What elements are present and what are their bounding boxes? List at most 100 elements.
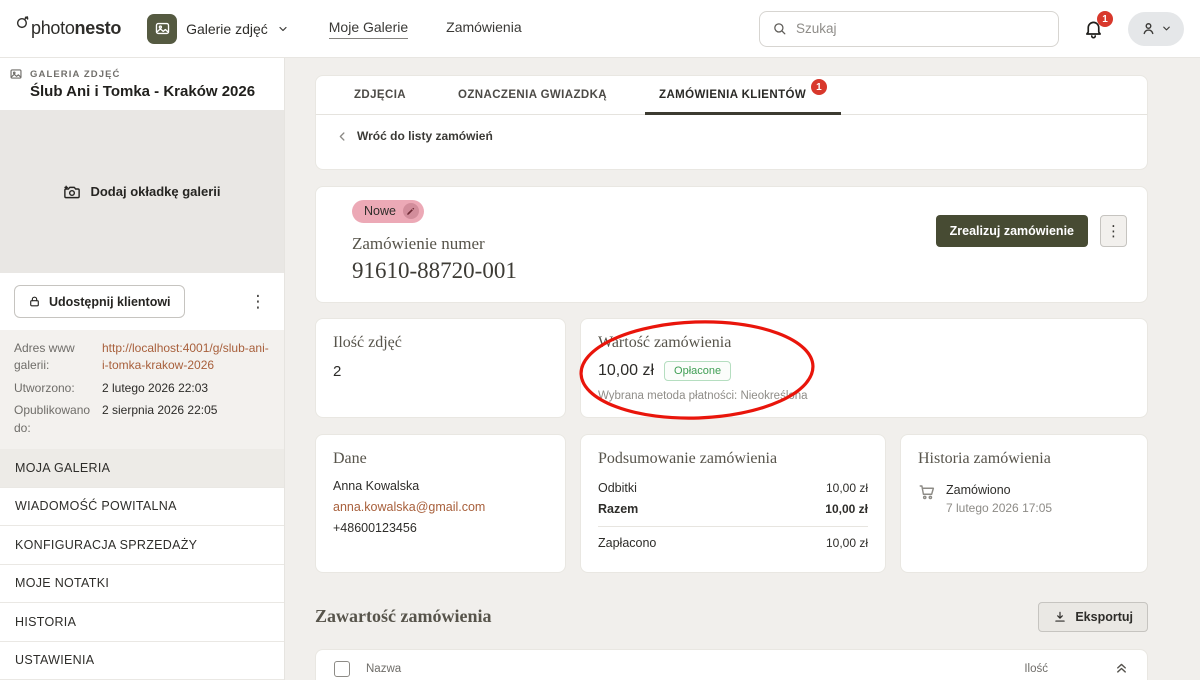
photos-count-card: Ilość zdjęć 2 xyxy=(315,318,566,418)
order-summary-card: Podsumowanie zamówienia Odbitki 10,00 zł… xyxy=(580,434,886,573)
gallery-header: GALERIA ZDJĘĆ Ślub Ani i Tomka - Kraków … xyxy=(0,58,284,110)
nav-moje-galerie[interactable]: Moje Galerie xyxy=(329,19,408,39)
gallery-section-label: GALERIA ZDJĘĆ xyxy=(9,67,270,81)
main-content: ZDJĘCIA OZNACZENIA GWIAZDKĄ ZAMÓWIENIA K… xyxy=(285,58,1200,680)
tabs-row: ZDJĘCIA OZNACZENIA GWIAZDKĄ ZAMÓWIENIA K… xyxy=(316,76,1147,115)
summary-divider xyxy=(598,526,868,527)
customer-card-title: Dane xyxy=(333,450,548,468)
notification-badge: 1 xyxy=(1097,11,1113,27)
download-icon xyxy=(1053,610,1067,624)
chevron-down-icon xyxy=(277,23,289,35)
column-qty-header: Ilość xyxy=(1024,663,1048,675)
gallery-sidebar: GALERIA ZDJĘĆ Ślub Ani i Tomka - Kraków … xyxy=(0,58,285,680)
sidebar-item-historia[interactable]: HISTORIA xyxy=(0,603,284,642)
column-name-header: Nazwa xyxy=(366,663,401,675)
order-status-badge[interactable]: Nowe xyxy=(352,200,424,223)
galleries-icon xyxy=(147,14,177,44)
sidebar-item-konfiguracja-sprzedazy[interactable]: KONFIGURACJA SPRZEDAŻY xyxy=(0,526,284,565)
sidebar-item-wiadomosc-powitalna[interactable]: WIADOMOŚĆ POWITALNA xyxy=(0,488,284,527)
gallery-title: Ślub Ani i Tomka - Kraków 2026 xyxy=(30,83,270,100)
summary-card-title: Podsumowanie zamówienia xyxy=(598,450,868,468)
sidebar-item-moje-notatki[interactable]: MOJE NOTATKI xyxy=(0,565,284,604)
chevron-left-icon xyxy=(336,130,349,143)
search-icon xyxy=(772,21,787,36)
history-event-item: Zamówiono 7 lutego 2026 17:05 xyxy=(918,483,1130,515)
add-cover-label: Dodaj okładkę galerii xyxy=(90,184,220,199)
gallery-tabs-card: ZDJĘCIA OZNACZENIA GWIAZDKĄ ZAMÓWIENIA K… xyxy=(315,75,1148,170)
export-button[interactable]: Eksportuj xyxy=(1038,602,1148,632)
info-row-created: Utworzono: 2 lutego 2026 22:03 xyxy=(14,380,270,397)
order-content-title: Zawartość zamówienia xyxy=(315,606,491,627)
user-icon xyxy=(1140,20,1157,37)
order-header-card: Nowe Zamówienie numer 91610-88720-001 Zr… xyxy=(315,186,1148,303)
collapse-all-icon[interactable] xyxy=(1114,661,1129,676)
tab-oznaczenia-gwiazdka[interactable]: OZNACZENIA GWIAZDKĄ xyxy=(432,76,633,114)
photos-count-value: 2 xyxy=(333,363,548,380)
account-menu[interactable] xyxy=(1128,12,1184,46)
logo-icon xyxy=(16,16,29,29)
search-input[interactable] xyxy=(796,21,1046,36)
select-all-checkbox[interactable] xyxy=(334,661,350,677)
cart-icon xyxy=(918,483,936,515)
order-content-header: Zawartość zamówienia Eksportuj xyxy=(315,602,1148,632)
share-row: Udostępnij klientowi ⋮ xyxy=(0,273,284,330)
orders-count-badge: 1 xyxy=(811,79,827,95)
history-event-date: 7 lutego 2026 17:05 xyxy=(946,501,1052,515)
lock-icon xyxy=(28,295,41,308)
info-label: Opublikowano do: xyxy=(14,402,102,437)
stats-row: Ilość zdjęć 2 Wartość zamówienia 10,00 z… xyxy=(315,318,1148,418)
notifications-button[interactable]: 1 xyxy=(1083,18,1104,39)
add-cover-area[interactable]: Dodaj okładkę galerii xyxy=(0,110,284,273)
logo-text: photonesto xyxy=(31,18,121,39)
sidebar-menu: MOJA GALERIA WIADOMOŚĆ POWITALNA KONFIGU… xyxy=(0,449,284,680)
top-navigation: Moje Galerie Zamówienia xyxy=(329,19,522,39)
back-row: Wróć do listy zamówień xyxy=(316,115,1147,169)
info-label: Utworzono: xyxy=(14,380,102,397)
summary-row-paid: Zapłacono 10,00 zł xyxy=(598,536,868,550)
summary-row-prints: Odbitki 10,00 zł xyxy=(598,481,868,495)
sidebar-item-ustawienia[interactable]: USTAWIENIA xyxy=(0,642,284,680)
gallery-selector[interactable]: Galerie zdjęć xyxy=(147,14,289,44)
details-row: Dane Anna Kowalska anna.kowalska@gmail.c… xyxy=(315,434,1148,573)
nav-zamowienia[interactable]: Zamówienia xyxy=(446,19,521,39)
order-items-table: Nazwa Ilość xyxy=(315,649,1148,680)
paid-status-badge: Opłacone xyxy=(664,361,731,381)
fulfill-order-button[interactable]: Zrealizuj zamówienie xyxy=(936,215,1088,247)
info-value: 2 lutego 2026 22:03 xyxy=(102,380,270,397)
customer-data-card: Dane Anna Kowalska anna.kowalska@gmail.c… xyxy=(315,434,566,573)
table-header-row: Nazwa Ilość xyxy=(316,650,1147,680)
logo[interactable]: photonesto xyxy=(16,18,121,39)
info-value: 2 sierpnia 2026 22:05 xyxy=(102,402,270,437)
topbar: photonesto Galerie zdjęć Moje Galerie Za… xyxy=(0,0,1200,58)
back-to-orders-link[interactable]: Wróć do listy zamówień xyxy=(336,129,493,143)
customer-email-link[interactable]: anna.kowalska@gmail.com xyxy=(333,500,548,514)
chevron-down-icon xyxy=(1161,23,1172,34)
summary-row-total: Razem 10,00 zł xyxy=(598,502,868,516)
gallery-image-icon xyxy=(9,67,23,81)
order-more-menu[interactable]: ⋮ xyxy=(1100,215,1127,247)
order-value-card: Wartość zamówienia 10,00 zł Opłacone Wyb… xyxy=(580,318,1148,418)
customer-phone: +48600123456 xyxy=(333,521,548,535)
gallery-more-menu[interactable]: ⋮ xyxy=(246,292,270,312)
search-box[interactable] xyxy=(759,11,1059,47)
sidebar-item-moja-galeria[interactable]: MOJA GALERIA xyxy=(0,449,284,488)
payment-method-text: Wybrana metoda płatności: Nieokreślona xyxy=(598,390,1130,402)
info-row-published: Opublikowano do: 2 sierpnia 2026 22:05 xyxy=(14,402,270,437)
info-label: Adres www galerii: xyxy=(14,340,102,375)
order-amount: 10,00 zł xyxy=(598,362,654,380)
photos-count-title: Ilość zdjęć xyxy=(333,334,548,352)
history-card-title: Historia zamówienia xyxy=(918,450,1130,468)
order-history-card: Historia zamówienia Zamówiono 7 lutego 2… xyxy=(900,434,1148,573)
share-with-client-button[interactable]: Udostępnij klientowi xyxy=(14,285,185,318)
customer-name: Anna Kowalska xyxy=(333,479,548,493)
gallery-url-link[interactable]: http://localhost:4001/g/slub-ani-i-tomka… xyxy=(102,340,270,375)
tab-zamowienia-klientow[interactable]: ZAMÓWIENIA KLIENTÓW 1 xyxy=(633,76,853,114)
order-value-title: Wartość zamówienia xyxy=(598,334,1130,352)
gallery-selector-label: Galerie zdjęć xyxy=(186,21,268,37)
history-event-label: Zamówiono xyxy=(946,483,1052,497)
tab-zdjecia[interactable]: ZDJĘCIA xyxy=(328,76,432,114)
info-row-url: Adres www galerii: http://localhost:4001… xyxy=(14,340,270,375)
order-number: 91610-88720-001 xyxy=(352,258,1127,284)
gallery-info: Adres www galerii: http://localhost:4001… xyxy=(0,330,284,449)
camera-icon xyxy=(63,183,81,201)
